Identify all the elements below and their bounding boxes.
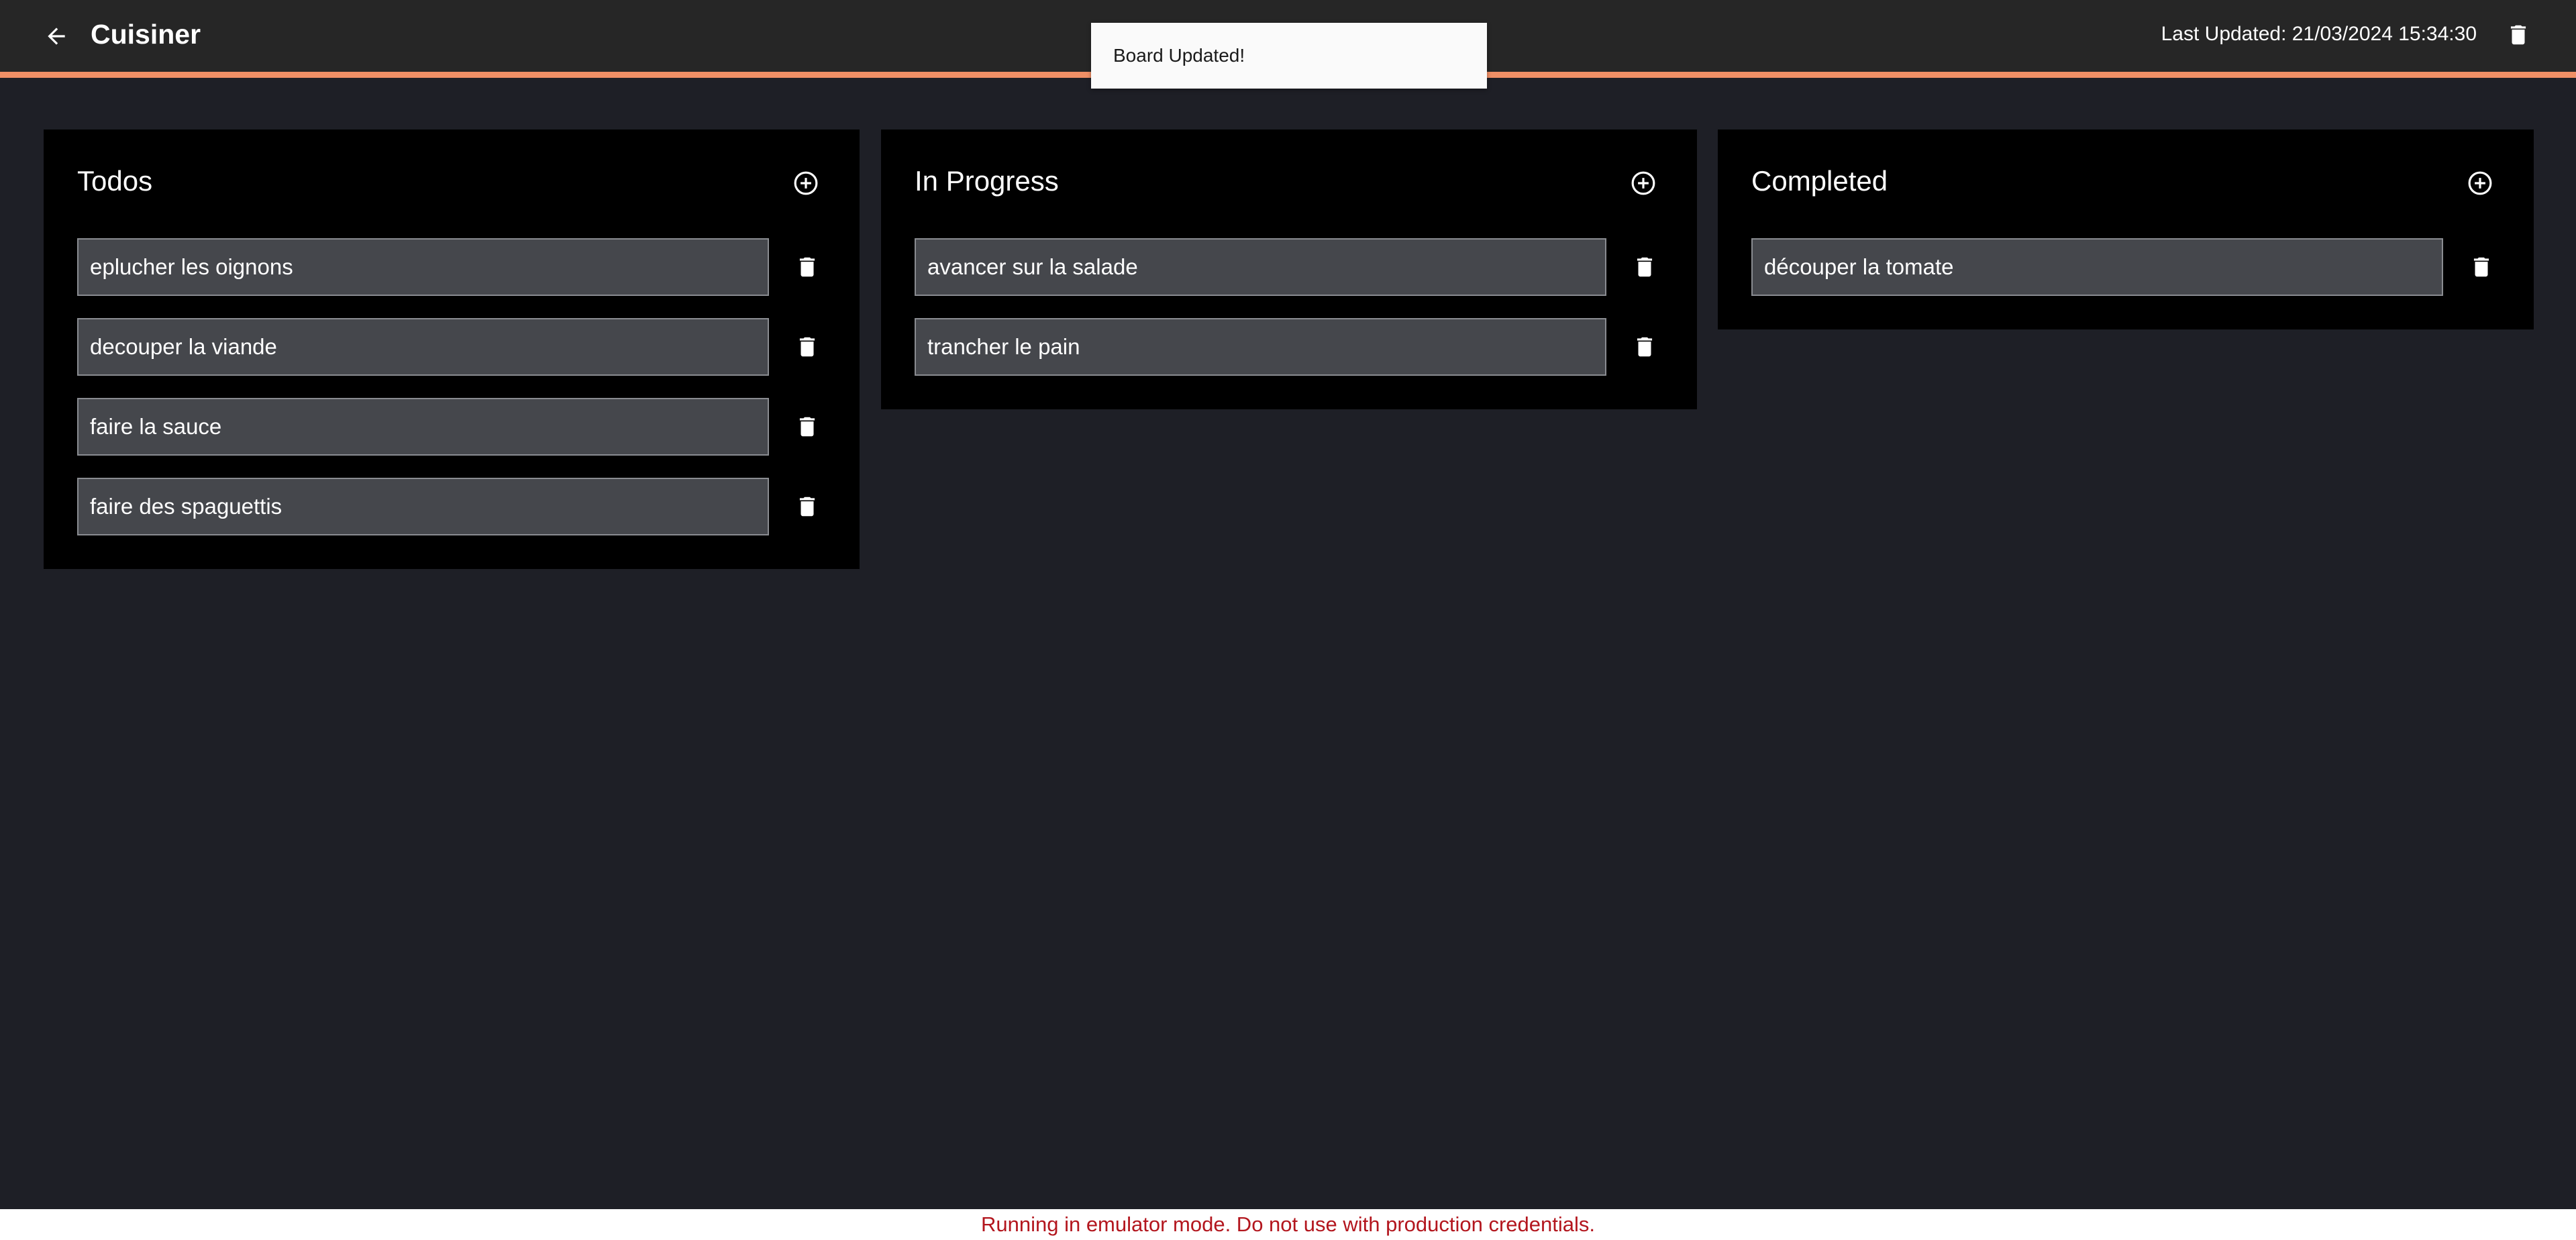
emulator-warning-banner: Running in emulator mode. Do not use wit… [0,1209,2576,1240]
delete-card-button[interactable] [1629,331,1660,362]
card-list [1751,238,2507,318]
trash-icon [1632,253,1657,281]
delete-card-button[interactable] [792,252,823,282]
app-root: Cuisiner Last Updated: 21/03/2024 15:34:… [0,0,2576,1240]
card-row [915,238,1670,296]
card-row [77,238,833,296]
delete-card-button[interactable] [792,491,823,522]
card-input[interactable] [1751,238,2443,296]
card-list [915,238,1670,398]
column-title: In Progress [915,165,1059,197]
trash-icon [794,413,820,441]
trash-icon [794,333,820,361]
board-title: Cuisiner [91,19,201,50]
delete-card-button[interactable] [2466,252,2497,282]
emulator-warning-text: Running in emulator mode. Do not use wit… [980,1212,1595,1236]
delete-board-button[interactable] [2502,19,2534,51]
trash-icon [794,493,820,521]
card-input[interactable] [915,318,1606,376]
card-input[interactable] [77,318,769,376]
plus-circle-icon [1631,170,1656,196]
card-row [1751,238,2507,296]
column-completed: Completed [1718,130,2534,329]
column-title: Completed [1751,165,1888,197]
delete-card-button[interactable] [792,411,823,442]
trash-icon [794,253,820,281]
add-card-button[interactable] [1630,170,1657,197]
trash-icon [1632,333,1657,361]
trash-icon [2469,253,2494,281]
delete-card-button[interactable] [1629,252,1660,282]
card-input[interactable] [77,398,769,456]
column-title: Todos [77,165,153,197]
delete-card-button[interactable] [792,331,823,362]
arrow-left-icon [44,23,69,49]
add-card-button[interactable] [2467,170,2493,197]
card-input[interactable] [915,238,1606,296]
card-list [77,238,833,558]
card-input[interactable] [77,238,769,296]
card-input[interactable] [77,478,769,535]
column-in-progress: In Progress [881,130,1697,409]
card-row [77,478,833,535]
add-card-button[interactable] [792,170,819,197]
plus-circle-icon [2467,170,2493,196]
card-row [77,398,833,456]
toast-notification: Board Updated! [1091,23,1487,89]
card-row [77,318,833,376]
back-button[interactable] [40,20,72,52]
toast-message: Board Updated! [1113,45,1245,66]
column-todos: Todos [44,130,860,569]
trash-icon [2506,21,2531,49]
plus-circle-icon [793,170,819,196]
card-row [915,318,1670,376]
last-updated-text: Last Updated: 21/03/2024 15:34:30 [2161,23,2477,45]
